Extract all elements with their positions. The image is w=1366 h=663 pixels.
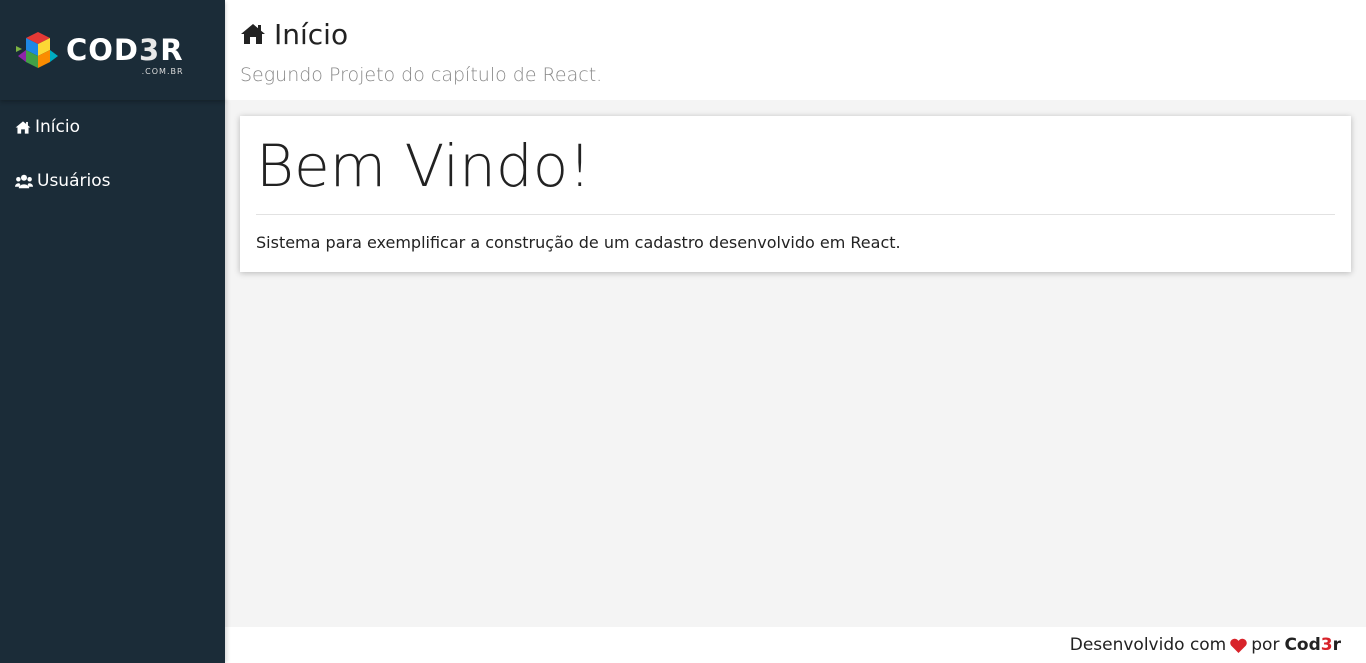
page-title: Início — [240, 14, 1351, 54]
footer-brand-part2: r — [1332, 635, 1341, 655]
sidebar-item-inicio[interactable]: Início — [0, 114, 225, 140]
logo-name-three: 3 — [139, 32, 161, 67]
page-title-text: Início — [274, 17, 349, 51]
card-divider — [256, 214, 1335, 215]
app-root: COD3R .COM.BR Início Segundo Projeto do … — [0, 0, 1366, 663]
welcome-text: Sistema para exemplificar a construção d… — [256, 233, 901, 252]
sidebar-item-usuarios[interactable]: Usuários — [0, 168, 225, 194]
sidebar-item-label: Usuários — [37, 171, 111, 191]
footer: Desenvolvido com por Cod3r — [225, 627, 1366, 663]
sidebar-item-label: Início — [35, 117, 80, 137]
heart-icon — [1230, 638, 1247, 653]
sidebar: Início Usuários — [0, 100, 225, 663]
cod3r-logo-mark-icon — [16, 32, 58, 68]
footer-brand-part1: Cod — [1284, 635, 1321, 655]
footer-brand-accent: 3 — [1320, 635, 1333, 655]
logo-name-prefix: COD — [66, 32, 140, 67]
footer-prefix: Desenvolvido com — [1069, 635, 1227, 655]
home-icon — [241, 24, 265, 44]
welcome-card: Bem Vindo! Sistema para exemplificar a c… — [240, 116, 1351, 272]
logo[interactable]: COD3R .COM.BR — [0, 0, 225, 100]
main-content: Bem Vindo! Sistema para exemplificar a c… — [225, 100, 1366, 627]
logo-wordmark: COD3R .COM.BR — [66, 32, 184, 75]
page-header: Início Segundo Projeto do capítulo de Re… — [225, 0, 1366, 100]
footer-middle: por — [1251, 635, 1280, 655]
logo-domain: .COM.BR — [141, 66, 184, 76]
page-subtitle: Segundo Projeto do capítulo de React. — [240, 64, 603, 86]
home-icon — [15, 120, 31, 134]
welcome-title: Bem Vindo! — [256, 132, 592, 200]
logo-name-suffix: R — [160, 32, 184, 67]
users-icon — [15, 174, 33, 188]
footer-brand: Cod3r — [1284, 635, 1341, 655]
